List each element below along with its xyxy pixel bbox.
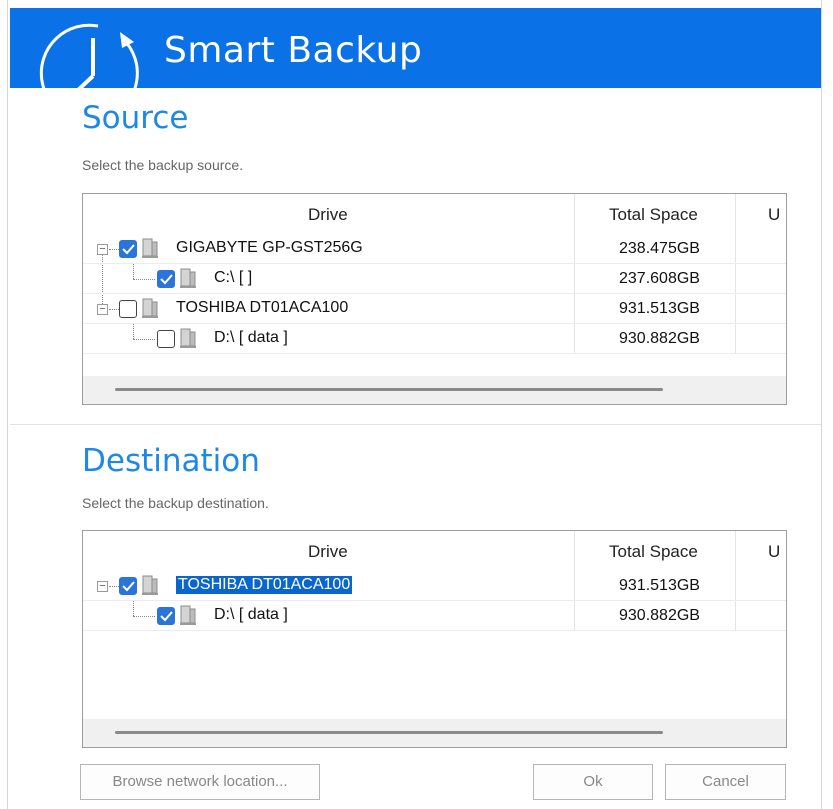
checkbox-checked-icon[interactable] xyxy=(119,240,137,258)
window-frame-left xyxy=(0,0,8,809)
tree-collapse-icon[interactable]: − xyxy=(97,581,108,592)
drive-total-space: 238.475GB xyxy=(619,240,700,257)
window-frame-right xyxy=(821,0,833,809)
browse-network-button[interactable]: Browse network location... xyxy=(80,764,320,800)
grid-header: Drive Total Space U xyxy=(83,531,786,571)
ok-button[interactable]: Ok xyxy=(533,764,653,800)
drive-name: TOSHIBA DT01ACA100 xyxy=(176,576,353,594)
drive-row[interactable]: − TOSHIBA DT01ACA100 931.513GB xyxy=(83,294,786,324)
destination-drive-grid[interactable]: Drive Total Space U − TOSHIBA DT01ACA100 9… xyxy=(82,530,787,748)
drive-name: D:\ [ data ] xyxy=(214,606,288,623)
tree-line xyxy=(133,616,155,617)
drive-icon xyxy=(140,237,160,259)
drive-icon xyxy=(178,267,198,289)
column-drive[interactable]: Drive xyxy=(308,205,348,225)
column-total-space[interactable]: Total Space xyxy=(609,205,698,225)
horizontal-scrollbar[interactable] xyxy=(83,376,786,404)
tree-collapse-icon[interactable]: − xyxy=(97,304,108,315)
cancel-button[interactable]: Cancel xyxy=(665,764,786,800)
tree-line xyxy=(133,339,155,340)
scrollbar-thumb[interactable] xyxy=(115,731,663,734)
scrollbar-thumb[interactable] xyxy=(115,388,663,391)
source-drive-grid[interactable]: Drive Total Space U − GIGABYTE GP-GST256G… xyxy=(82,193,787,405)
app-header: Smart Backup xyxy=(10,8,821,88)
drive-icon xyxy=(178,327,198,349)
drive-row[interactable]: − GIGABYTE GP-GST256G 238.475GB xyxy=(83,234,786,264)
tree-line xyxy=(109,249,119,250)
column-used[interactable]: U xyxy=(768,205,780,225)
drive-row[interactable]: D:\ [ data ] 930.882GB xyxy=(83,601,786,631)
checkbox-checked-icon[interactable] xyxy=(119,577,137,595)
drive-name: TOSHIBA DT01ACA100 xyxy=(176,299,349,316)
tree-collapse-icon[interactable]: − xyxy=(97,244,108,255)
destination-title: Destination xyxy=(82,443,260,479)
drive-total-space: 931.513GB xyxy=(619,577,700,594)
horizontal-scrollbar[interactable] xyxy=(83,719,786,747)
drive-name: GIGABYTE GP-GST256G xyxy=(176,239,363,256)
source-subtitle: Select the backup source. xyxy=(82,157,244,173)
checkbox-checked-icon[interactable] xyxy=(157,607,175,625)
drive-total-space: 930.882GB xyxy=(619,607,700,624)
drive-icon xyxy=(140,574,160,596)
clock-refresh-logo-icon xyxy=(39,23,139,88)
drive-icon xyxy=(140,297,160,319)
grid-header: Drive Total Space U xyxy=(83,194,786,234)
source-title: Source xyxy=(82,100,189,136)
drive-icon xyxy=(178,604,198,626)
drive-row[interactable]: D:\ [ data ] 930.882GB xyxy=(83,324,786,354)
drive-row[interactable]: C:\ [ ] 237.608GB xyxy=(83,264,786,294)
tree-line xyxy=(133,324,134,339)
app-title: Smart Backup xyxy=(164,30,423,71)
section-divider xyxy=(10,424,821,425)
tree-line xyxy=(109,586,119,587)
drive-row[interactable]: − TOSHIBA DT01ACA100 931.513GB xyxy=(83,571,786,601)
destination-subtitle: Select the backup destination. xyxy=(82,495,269,511)
drive-total-space: 237.608GB xyxy=(619,270,700,287)
column-total-space[interactable]: Total Space xyxy=(609,542,698,562)
tree-line xyxy=(133,279,155,280)
tree-line xyxy=(109,309,119,310)
tree-line xyxy=(133,601,134,616)
smart-backup-window: Smart Backup Source Select the backup so… xyxy=(0,0,833,809)
drive-total-space: 930.882GB xyxy=(619,330,700,347)
drive-name: C:\ [ ] xyxy=(214,269,253,286)
checkbox-unchecked-icon[interactable] xyxy=(119,300,137,318)
drive-name: D:\ [ data ] xyxy=(214,329,288,346)
drive-total-space: 931.513GB xyxy=(619,300,700,317)
column-used[interactable]: U xyxy=(768,542,780,562)
checkbox-checked-icon[interactable] xyxy=(157,270,175,288)
tree-line xyxy=(133,264,134,279)
checkbox-unchecked-icon[interactable] xyxy=(157,330,175,348)
column-drive[interactable]: Drive xyxy=(308,542,348,562)
